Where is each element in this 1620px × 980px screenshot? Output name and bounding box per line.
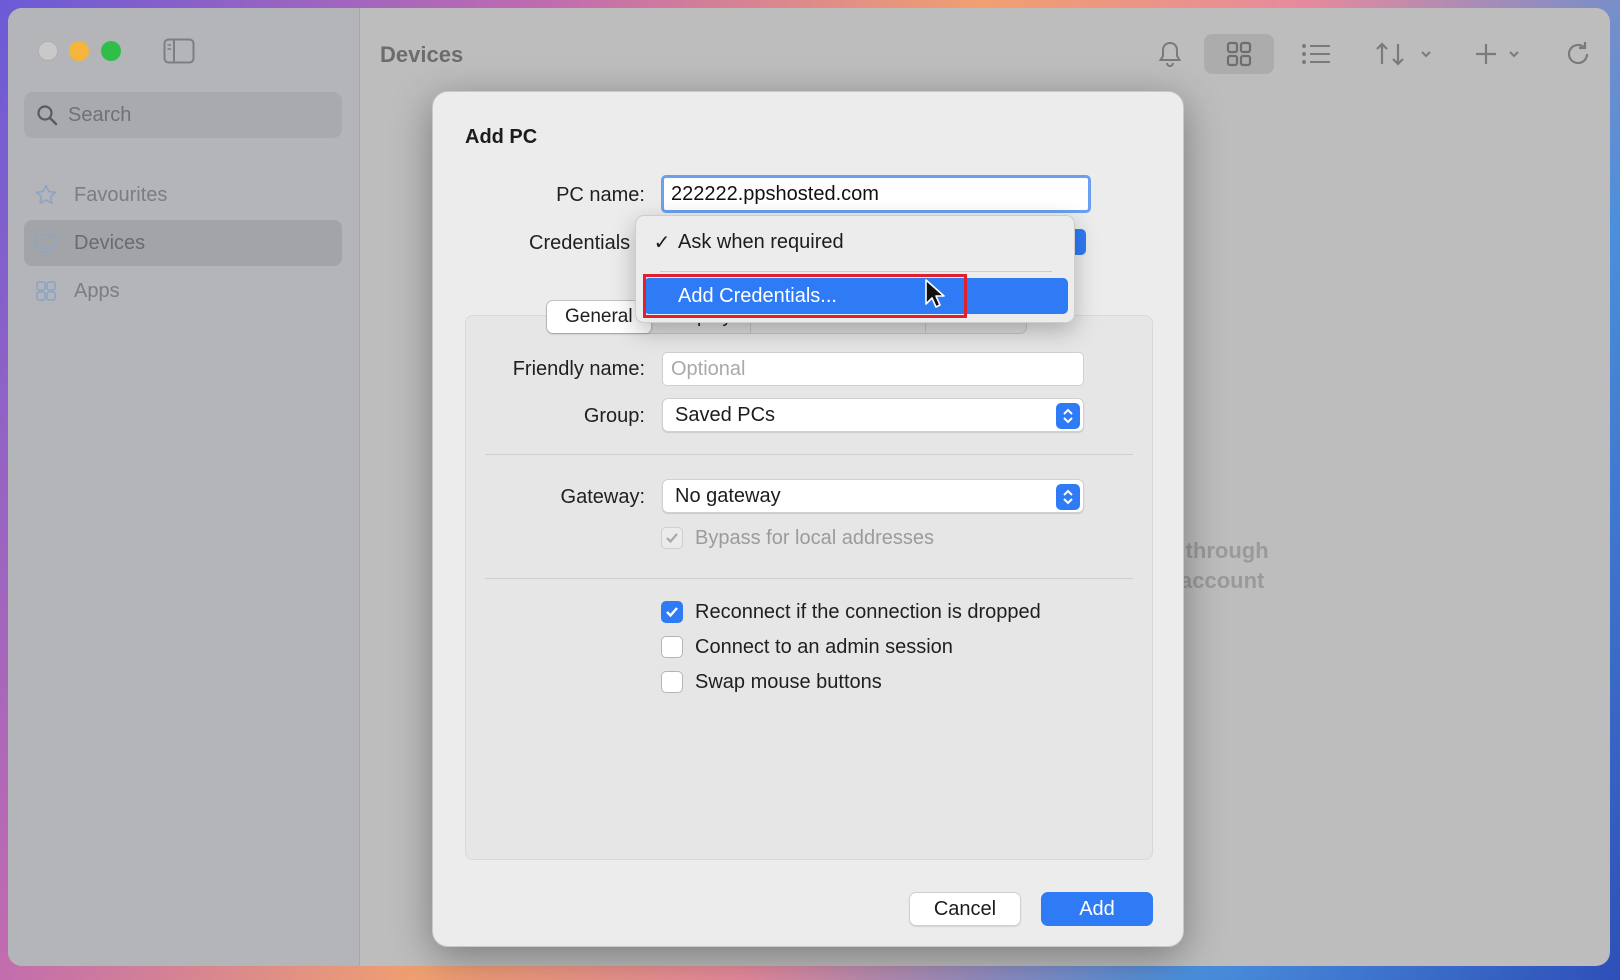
sidebar: Favourites Devices Apps [8,8,360,966]
apps-grid-icon [34,279,58,303]
menu-item-ask-when-required[interactable]: ✓ Ask when required [644,224,1068,260]
settings-panel [465,315,1153,860]
maximize-window-button[interactable] [101,41,121,61]
sidebar-item-favourites[interactable]: Favourites [24,172,342,218]
grid-view-icon[interactable] [1204,34,1274,74]
menu-item-label: Ask when required [678,230,844,253]
sidebar-item-devices[interactable]: Devices [24,220,342,266]
checkbox-icon [661,671,683,693]
divider [485,454,1133,455]
checkbox-icon [661,601,683,623]
add-icon[interactable] [1472,34,1528,74]
highlight-annotation-box [643,274,967,318]
divider [485,578,1133,579]
search-icon [36,104,58,126]
chevron-up-down-icon [1056,403,1080,429]
group-value: Saved PCs [675,403,776,426]
sort-icon[interactable] [1372,34,1438,74]
group-select[interactable]: Saved PCs [662,398,1084,432]
credentials-label: Credentials [529,232,631,254]
gateway-label: Gateway: [560,486,645,508]
sidebar-toggle-icon[interactable] [163,38,195,64]
monitor-icon [34,231,58,255]
sidebar-item-label: Devices [74,231,146,254]
dialog-title: Add PC [465,126,538,148]
chevron-up-down-icon [1056,484,1080,510]
checkbox-label: Bypass for local addresses [695,526,935,549]
bell-icon[interactable] [1150,34,1190,74]
checkbox-label: Connect to an admin session [695,635,953,658]
friendly-name-input[interactable] [662,352,1084,386]
list-view-icon[interactable] [1292,34,1340,74]
mouse-pointer-icon [924,278,946,310]
menu-separator [660,271,1052,272]
group-label: Group: [583,405,645,427]
close-window-button[interactable] [38,41,58,61]
checkbox-icon [661,636,683,658]
star-icon [34,183,58,207]
sidebar-item-label: Apps [74,279,120,302]
gateway-select[interactable]: No gateway [662,479,1084,513]
checkbox-icon [661,527,683,549]
pc-name-input[interactable] [661,175,1091,213]
page-title: Devices [380,42,464,67]
swap-mouse-checkbox[interactable]: Swap mouse buttons [661,668,882,696]
refresh-icon[interactable] [1558,34,1598,74]
search-input[interactable] [68,100,328,130]
bypass-local-checkbox[interactable]: Bypass for local addresses [661,524,934,552]
admin-session-checkbox[interactable]: Connect to an admin session [661,633,953,661]
checkbox-label: Swap mouse buttons [695,670,882,693]
sidebar-search[interactable] [24,92,342,138]
checkmark-icon: ✓ [653,231,671,254]
cancel-button[interactable]: Cancel [909,892,1021,926]
gateway-value: No gateway [675,484,781,507]
friendly-name-label: Friendly name: [512,358,645,380]
sidebar-item-label: Favourites [74,183,168,206]
checkbox-label: Reconnect if the connection is dropped [695,600,1041,623]
minimize-window-button[interactable] [69,41,89,61]
reconnect-checkbox[interactable]: Reconnect if the connection is dropped [661,598,1041,626]
pc-name-label: PC name: [556,184,645,206]
sidebar-item-apps[interactable]: Apps [24,268,342,314]
add-button[interactable]: Add [1041,892,1153,926]
